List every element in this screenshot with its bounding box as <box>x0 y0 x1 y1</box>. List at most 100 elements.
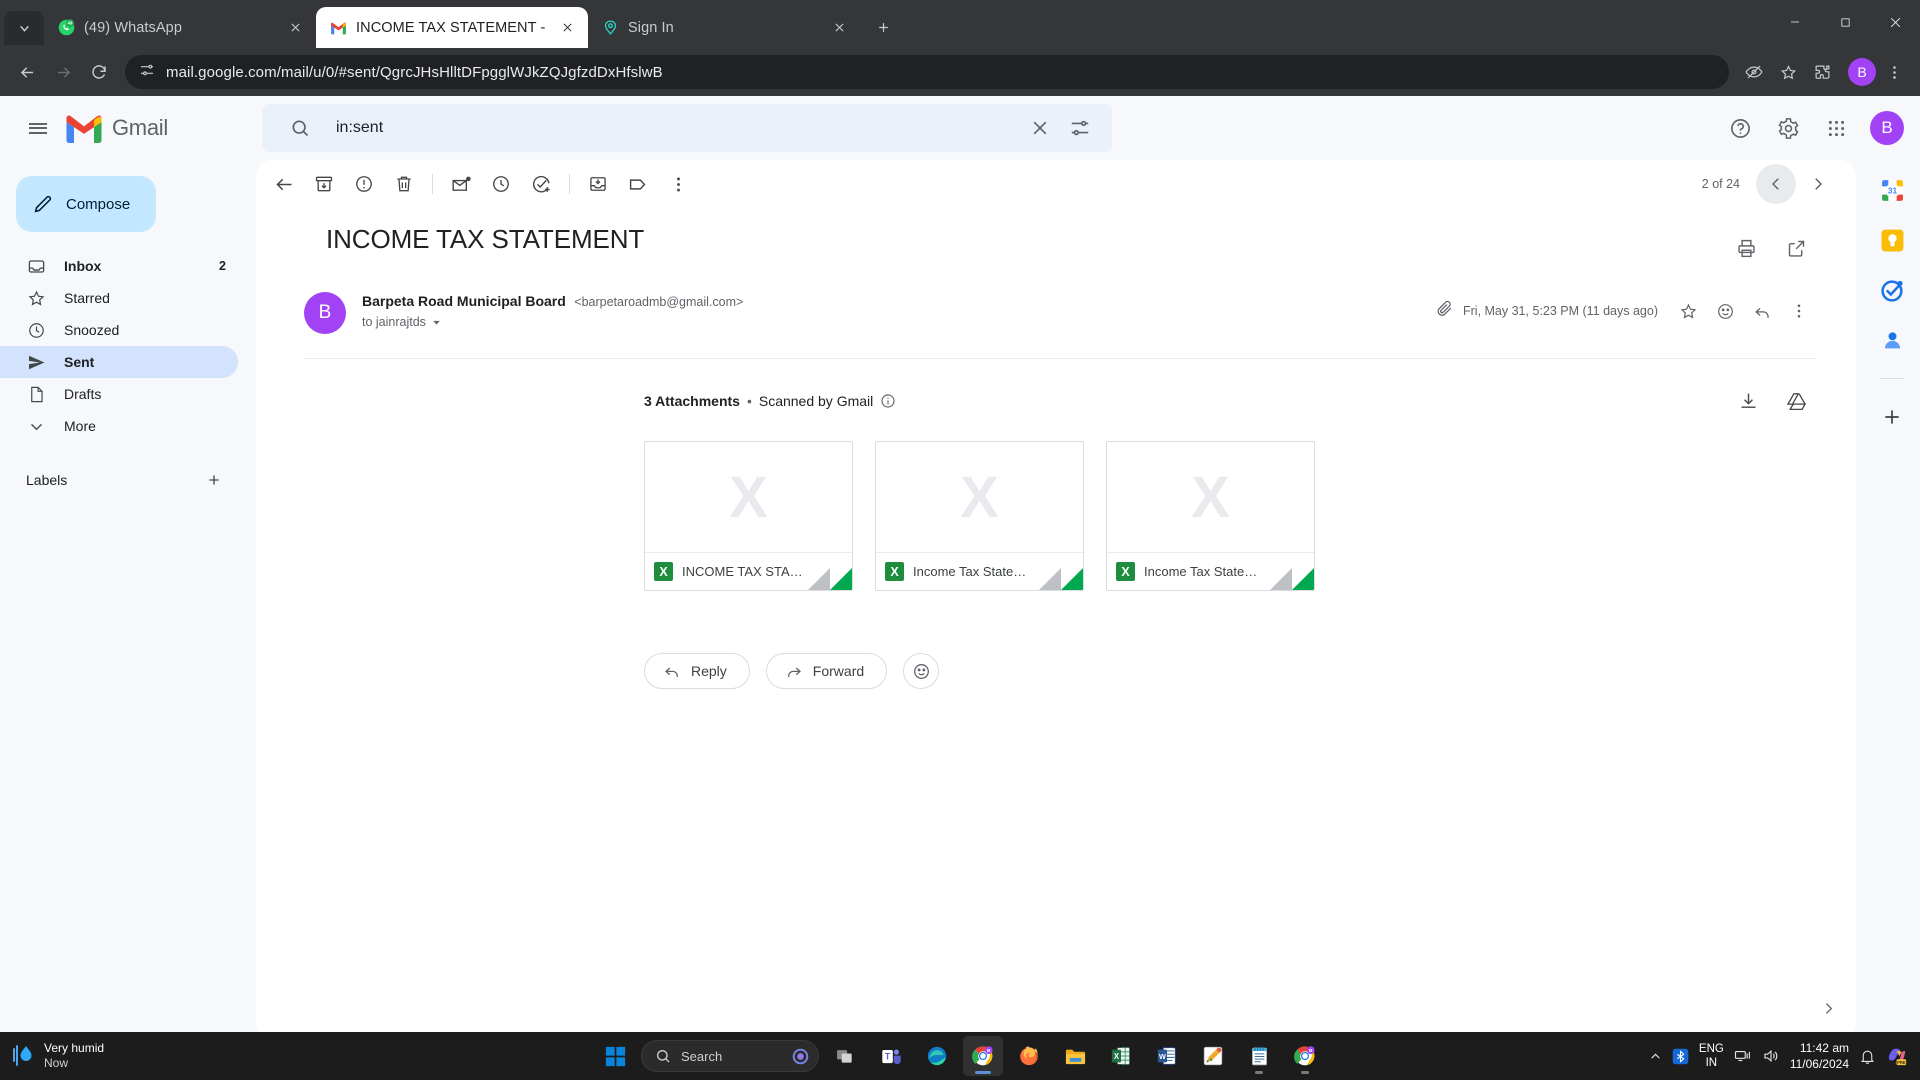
window-minimize-button[interactable] <box>1770 0 1820 44</box>
add-reaction-icon[interactable] <box>1708 294 1742 328</box>
save-to-drive-icon[interactable] <box>1776 381 1816 421</box>
forward-button[interactable]: Forward <box>765 653 888 689</box>
tab-close-button[interactable] <box>828 17 850 39</box>
add-to-tasks-button[interactable] <box>521 164 561 204</box>
google-keep-icon[interactable] <box>1878 226 1906 254</box>
language-indicator[interactable]: ENG IN <box>1699 1042 1724 1070</box>
open-in-new-icon[interactable] <box>1776 228 1816 268</box>
download-corner-icon[interactable] <box>1270 568 1292 590</box>
microsoft-excel-icon[interactable]: X <box>1101 1036 1141 1076</box>
download-corner-icon[interactable] <box>1039 568 1061 590</box>
browser-tab-gmail[interactable]: INCOME TAX STATEMENT - barp <box>316 7 588 48</box>
help-icon[interactable] <box>1718 106 1762 150</box>
attachment-card[interactable]: X X Income Tax State… <box>875 441 1084 591</box>
sidebar-item-inbox[interactable]: Inbox 2 <box>0 250 238 282</box>
create-label-button[interactable] <box>202 468 226 492</box>
google-tasks-icon[interactable] <box>1878 276 1906 304</box>
settings-icon[interactable] <box>1766 106 1810 150</box>
notepad-icon[interactable] <box>1239 1036 1279 1076</box>
sidebar-item-snoozed[interactable]: Snoozed <box>0 314 238 346</box>
windows-search-box[interactable]: Search <box>641 1040 819 1072</box>
sidebar-item-starred[interactable]: Starred <box>0 282 238 314</box>
chrome-menu-button[interactable] <box>1878 56 1910 88</box>
show-side-panel-button[interactable] <box>1812 992 1844 1024</box>
delete-button[interactable] <box>384 164 424 204</box>
report-spam-button[interactable] <box>344 164 384 204</box>
account-avatar[interactable]: B <box>1870 111 1904 145</box>
gmail-logo[interactable]: Gmail <box>64 113 212 143</box>
more-options-button[interactable] <box>658 164 698 204</box>
more-vert-icon[interactable] <box>1782 294 1816 328</box>
info-icon[interactable] <box>880 393 896 409</box>
get-addons-button[interactable] <box>1878 403 1906 431</box>
sidebar-item-more[interactable]: More <box>0 410 238 442</box>
paint-icon[interactable] <box>1193 1036 1233 1076</box>
search-options-button[interactable] <box>1060 108 1100 148</box>
labels-button[interactable] <box>618 164 658 204</box>
drive-corner-icon[interactable] <box>1292 568 1314 590</box>
clock[interactable]: 11:42 am 11/06/2024 <box>1790 1040 1849 1072</box>
browser-forward-button[interactable] <box>46 55 80 89</box>
window-maximize-button[interactable] <box>1820 0 1870 44</box>
browser-back-button[interactable] <box>10 55 44 89</box>
browser-profile-avatar[interactable]: B <box>1848 58 1876 86</box>
network-icon[interactable] <box>1734 1047 1752 1065</box>
star-outline-icon[interactable] <box>1671 294 1705 328</box>
compose-button[interactable]: Compose <box>16 176 156 232</box>
file-explorer-icon[interactable] <box>1055 1036 1095 1076</box>
url-bar[interactable]: mail.google.com/mail/u/0/#sent/QgrcJHsHl… <box>125 55 1729 89</box>
tracking-protection-icon[interactable] <box>1738 56 1770 88</box>
archive-button[interactable] <box>304 164 344 204</box>
download-all-icon[interactable] <box>1728 381 1768 421</box>
task-view-icon[interactable] <box>825 1036 865 1076</box>
drive-corner-icon[interactable] <box>1061 568 1083 590</box>
snooze-button[interactable] <box>481 164 521 204</box>
google-chrome-icon[interactable]: B <box>963 1036 1003 1076</box>
sidebar-item-sent[interactable]: Sent <box>0 346 238 378</box>
attachment-card[interactable]: X X INCOME TAX STA… <box>644 441 853 591</box>
extensions-icon[interactable] <box>1806 56 1838 88</box>
download-corner-icon[interactable] <box>808 568 830 590</box>
bluetooth-icon[interactable] <box>1672 1048 1689 1065</box>
volume-icon[interactable] <box>1762 1047 1780 1065</box>
move-to-button[interactable] <box>578 164 618 204</box>
next-message-button[interactable] <box>1798 164 1838 204</box>
windows-start-icon[interactable] <box>595 1036 635 1076</box>
weather-widget[interactable]: Very humid Now <box>0 1041 104 1071</box>
google-calendar-icon[interactable]: 31 <box>1878 176 1906 204</box>
browser-tab-whatsapp[interactable]: 49 (49) WhatsApp <box>44 7 316 48</box>
recipient-expander[interactable]: to jainrajtds <box>362 315 743 329</box>
microsoft-word-icon[interactable]: W <box>1147 1036 1187 1076</box>
browser-reload-button[interactable] <box>82 55 116 89</box>
previous-message-button[interactable] <box>1756 164 1796 204</box>
search-input[interactable] <box>320 119 1020 137</box>
reply-arrow-icon[interactable] <box>1745 294 1779 328</box>
reply-button[interactable]: Reply <box>644 653 750 689</box>
microsoft-teams-icon[interactable]: T <box>871 1036 911 1076</box>
print-icon[interactable] <box>1726 228 1766 268</box>
tab-close-button[interactable] <box>556 17 578 39</box>
search-icon[interactable] <box>280 108 320 148</box>
back-to-list-button[interactable] <box>264 164 304 204</box>
sidebar-item-drafts[interactable]: Drafts <box>0 378 238 410</box>
clear-search-button[interactable] <box>1020 108 1060 148</box>
new-tab-button[interactable] <box>866 10 900 44</box>
main-menu-button[interactable] <box>14 104 62 152</box>
google-contacts-icon[interactable] <box>1878 326 1906 354</box>
window-close-button[interactable] <box>1870 0 1920 44</box>
tab-search-dropdown-button[interactable] <box>4 11 44 45</box>
add-reaction-button[interactable] <box>903 653 940 689</box>
site-settings-icon[interactable] <box>139 62 155 83</box>
apps-grid-icon[interactable] <box>1814 106 1858 150</box>
microsoft-edge-icon[interactable] <box>917 1036 957 1076</box>
copilot-icon[interactable]: PRE <box>1886 1045 1908 1067</box>
bookmark-star-icon[interactable] <box>1772 56 1804 88</box>
drive-corner-icon[interactable] <box>830 568 852 590</box>
tray-overflow-button[interactable] <box>1649 1050 1662 1063</box>
tab-close-button[interactable] <box>284 17 306 39</box>
google-chrome-icon-2[interactable]: B <box>1285 1036 1325 1076</box>
attachment-card[interactable]: X X Income Tax State… <box>1106 441 1315 591</box>
browser-tab-signin[interactable]: Sign In <box>588 7 860 48</box>
mark-unread-button[interactable] <box>441 164 481 204</box>
bell-icon[interactable] <box>1859 1048 1876 1065</box>
